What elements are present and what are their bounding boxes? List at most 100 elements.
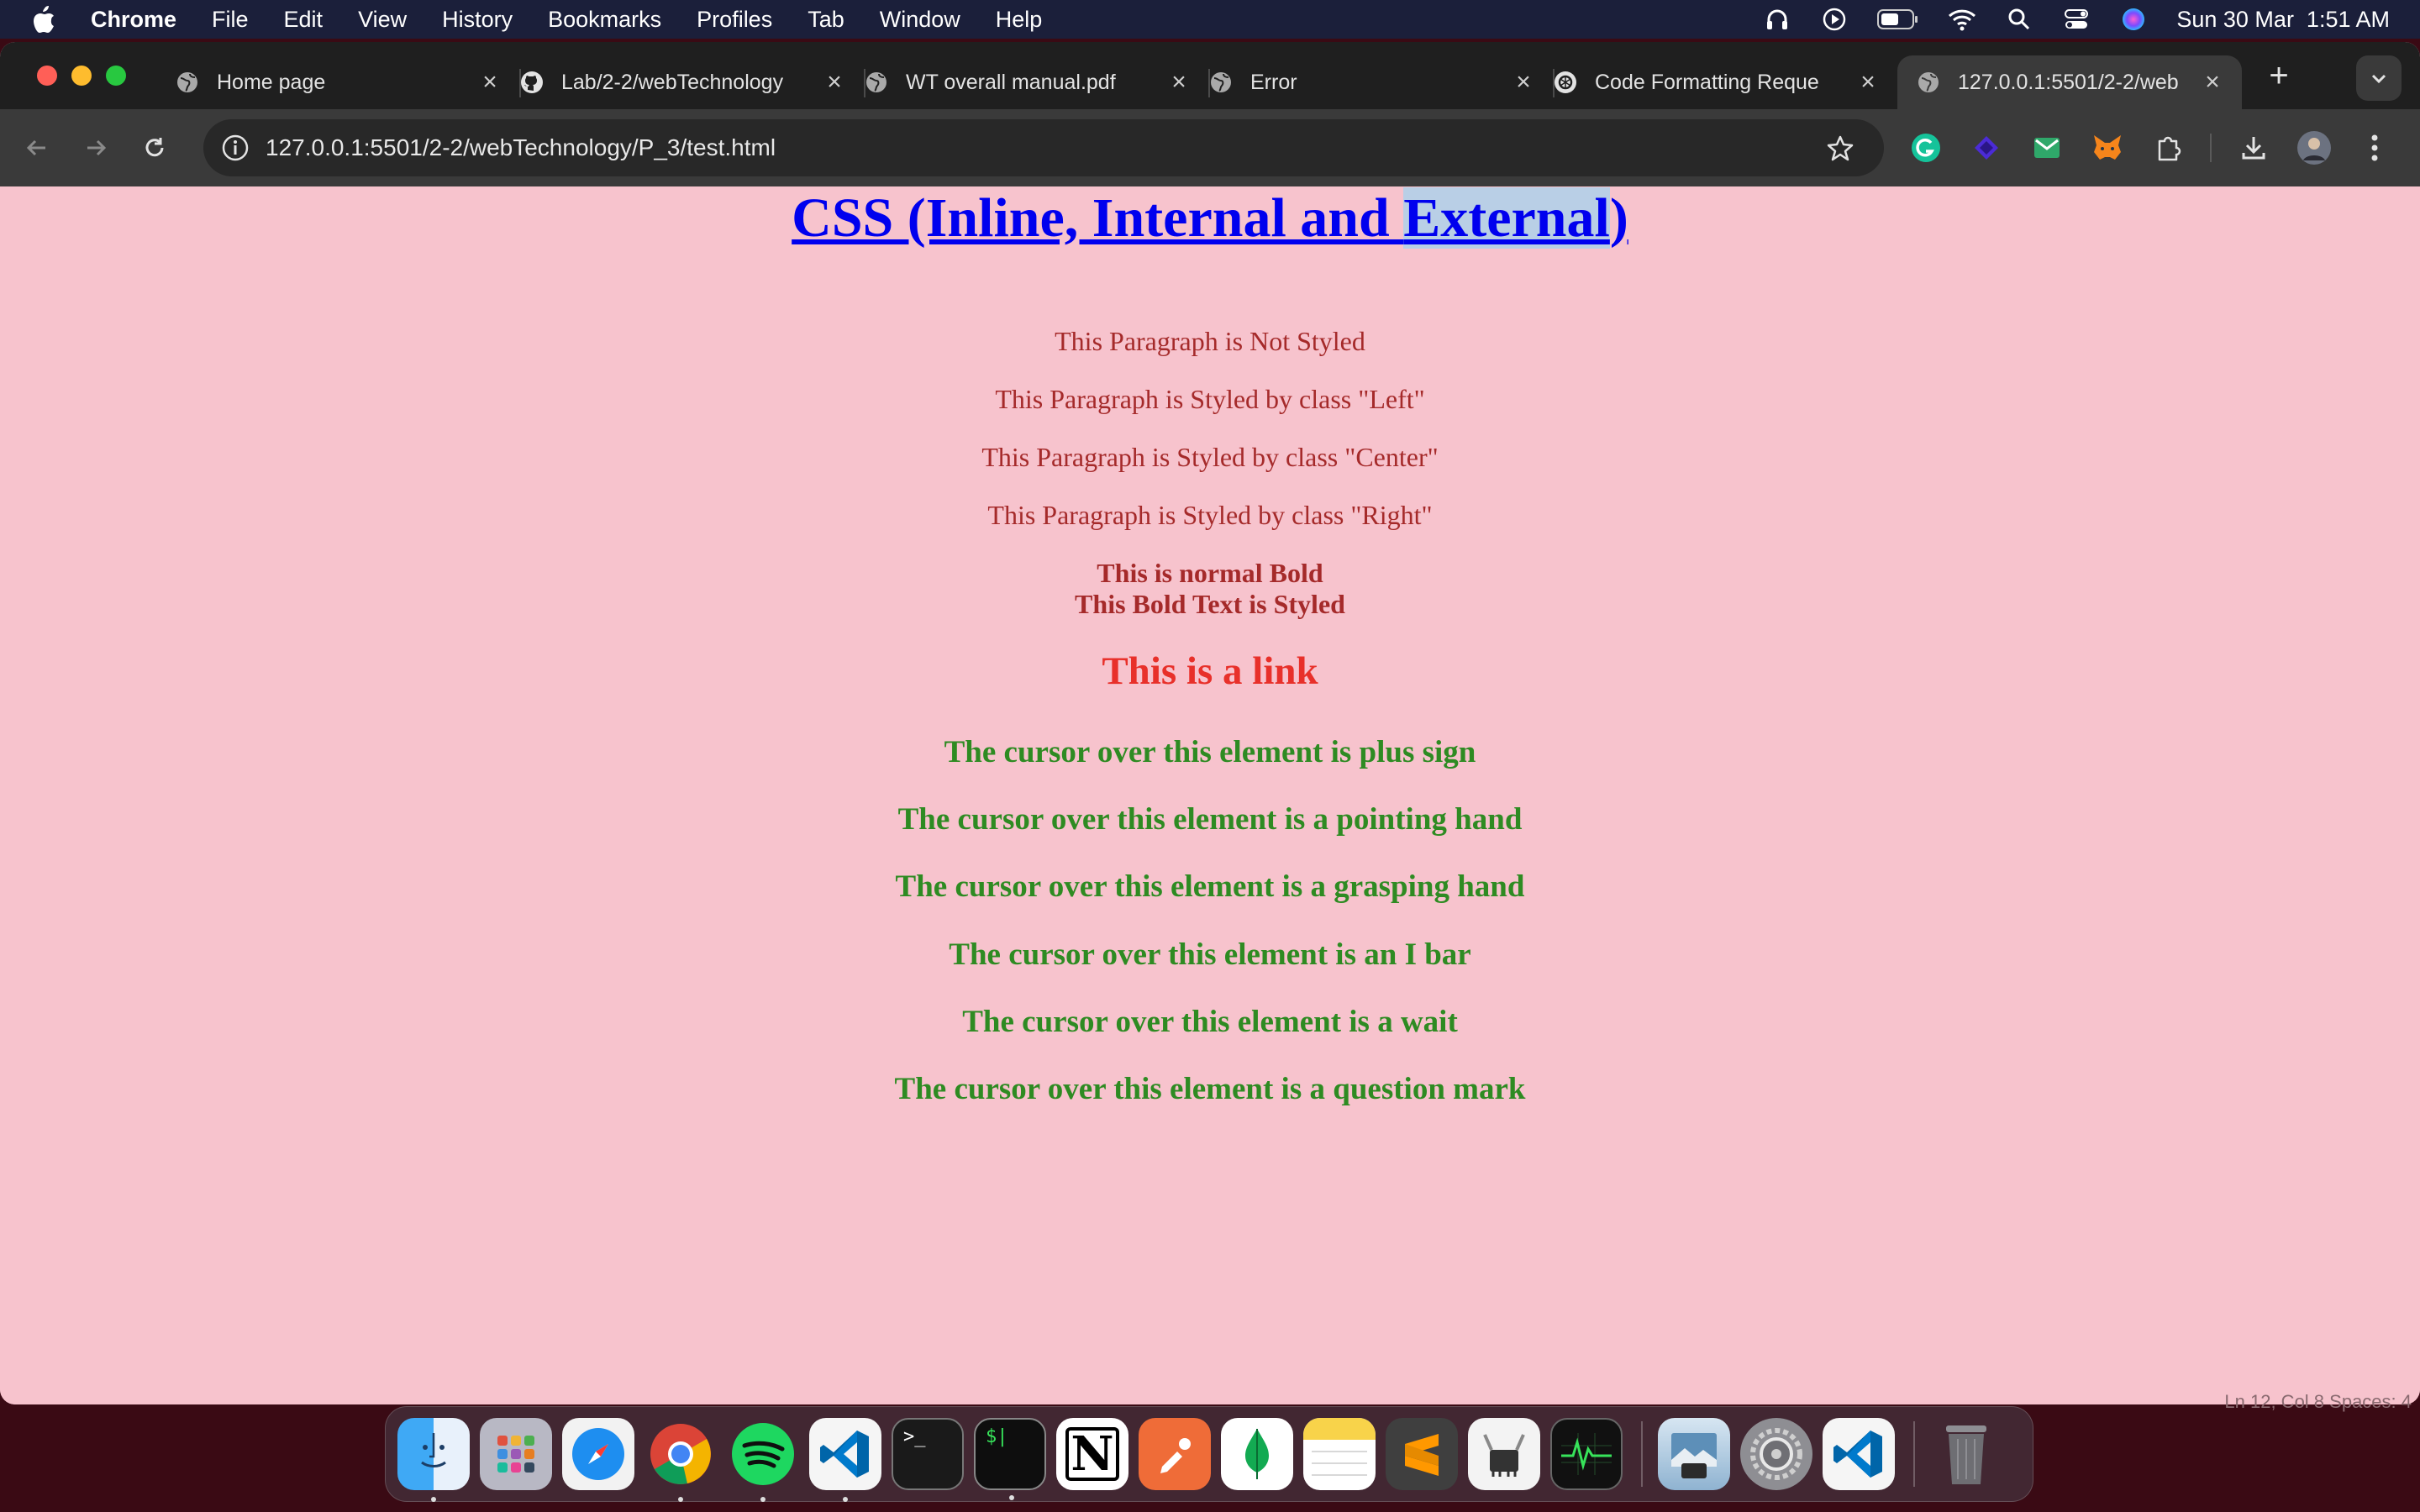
cursor-grab-text[interactable]: The cursor over this element is a graspi… [0, 869, 2420, 905]
toolbar-divider [2210, 134, 2212, 162]
iterm-icon[interactable]: $| [974, 1418, 1046, 1500]
tab-wt-manual-pdf[interactable]: WT overall manual.pdf × [864, 55, 1210, 109]
vscode-icon[interactable] [809, 1418, 881, 1502]
siri-icon[interactable] [2119, 5, 2148, 34]
launchpad-icon[interactable] [480, 1418, 552, 1490]
extensions-puzzle-icon[interactable] [2149, 129, 2186, 166]
cursor-text-ibar[interactable]: The cursor over this element is an I bar [0, 937, 2420, 973]
notes-icon[interactable] [1303, 1418, 1376, 1490]
tab-error[interactable]: Error × [1208, 55, 1555, 109]
more-options-icon[interactable] [2356, 129, 2393, 166]
site-info-icon[interactable] [218, 131, 252, 165]
reload-icon [145, 138, 164, 157]
notion-icon[interactable]: N [1056, 1418, 1128, 1490]
menu-bookmarks[interactable]: Bookmarks [548, 7, 661, 33]
globe-icon [1916, 70, 1941, 95]
cursor-pointer-text[interactable]: The cursor over this element is a pointi… [0, 801, 2420, 837]
activity-monitor-icon[interactable] [1550, 1418, 1623, 1490]
reload-button[interactable] [129, 123, 180, 173]
profile-avatar[interactable] [2296, 129, 2333, 166]
paragraph-not-styled: This Paragraph is Not Styled [1055, 326, 1365, 356]
tab-title: Lab/2-2/webTechnology [561, 70, 784, 94]
vscode-icon[interactable] [1823, 1418, 1895, 1490]
tab-localhost-active[interactable]: 127.0.0.1:5501/2-2/web × [1897, 55, 2242, 109]
running-indicator [678, 1497, 683, 1502]
system-settings-icon[interactable] [1740, 1418, 1812, 1490]
close-tab-icon[interactable]: × [1855, 68, 1881, 96]
postman-icon[interactable] [1139, 1418, 1211, 1490]
address-bar[interactable]: 127.0.0.1:5501/2-2/webTechnology/P_3/tes… [203, 119, 1884, 176]
heading-text-part[interactable]: ) [1610, 187, 1628, 249]
menu-profiles[interactable]: Profiles [697, 7, 772, 33]
terminal-icon[interactable]: >_ [892, 1418, 964, 1490]
tab-search-button[interactable] [2356, 55, 2402, 101]
tab-github-lab[interactable]: Lab/2-2/webTechnology × [519, 55, 865, 109]
page-heading-link[interactable]: CSS (Inline, Internal and External) [0, 186, 2420, 250]
menu-help[interactable]: Help [996, 7, 1043, 33]
battery-icon[interactable] [1877, 5, 1919, 34]
normal-bold-text: This is normal Bold [1097, 558, 1323, 588]
sublime-text-icon[interactable] [1386, 1418, 1458, 1490]
preview-icon[interactable] [1658, 1418, 1730, 1490]
forward-button[interactable] [71, 123, 121, 173]
tab-home-page[interactable]: Home page × [175, 55, 521, 109]
menu-file[interactable]: File [212, 7, 249, 33]
heading-text-part[interactable]: CSS (Inline, Internal and [792, 187, 1403, 249]
spotlight-search-icon[interactable] [2005, 5, 2033, 34]
close-tab-icon[interactable]: × [2200, 68, 2225, 96]
menu-window[interactable]: Window [880, 7, 960, 33]
play-circle-icon[interactable] [1820, 5, 1849, 34]
globe-icon [1208, 70, 1234, 95]
wifi-icon[interactable] [1948, 5, 1976, 34]
close-window-button[interactable] [37, 66, 57, 86]
cursor-crosshair-text[interactable]: The cursor over this element is plus sig… [0, 734, 2420, 770]
close-tab-icon[interactable]: × [822, 68, 847, 96]
arrow-right-icon [87, 139, 107, 156]
dock-divider [1641, 1421, 1643, 1487]
styled-link[interactable]: This is a link [0, 648, 2420, 694]
back-button[interactable] [12, 123, 62, 173]
finder-icon[interactable] [397, 1418, 470, 1502]
paragraph-class-center: This Paragraph is Styled by class "Cente… [981, 442, 1439, 472]
mongodb-compass-icon[interactable] [1221, 1418, 1293, 1490]
selected-text[interactable]: External [1403, 187, 1610, 249]
close-tab-icon[interactable]: × [1511, 68, 1536, 96]
url-text[interactable]: 127.0.0.1:5501/2-2/webTechnology/P_3/tes… [266, 134, 776, 161]
browser-toolbar: 127.0.0.1:5501/2-2/webTechnology/P_3/tes… [0, 109, 2420, 186]
close-tab-icon[interactable]: × [477, 68, 502, 96]
tab-title: Error [1250, 70, 1297, 94]
extension-diamond-icon[interactable] [1968, 129, 2005, 166]
menubar-clock[interactable]: Sun 30 Mar 1:51 AM [2176, 7, 2390, 33]
close-tab-icon[interactable]: × [1166, 68, 1192, 96]
grammarly-icon[interactable] [1907, 129, 1944, 166]
spotify-icon[interactable] [727, 1418, 799, 1502]
chrome-icon[interactable] [644, 1418, 717, 1502]
download-icon[interactable] [2235, 129, 2272, 166]
control-center-icon[interactable] [2062, 5, 2091, 34]
safari-icon[interactable] [562, 1418, 634, 1490]
menu-history[interactable]: History [442, 7, 513, 33]
zoom-window-button[interactable] [106, 66, 126, 86]
minimize-window-button[interactable] [71, 66, 92, 86]
headphones-icon[interactable] [1763, 5, 1791, 34]
cursor-wait-text[interactable]: The cursor over this element is a wait [0, 1004, 2420, 1040]
menu-tab[interactable]: Tab [808, 7, 844, 33]
tab-code-formatting[interactable]: Code Formatting Reque × [1553, 55, 1897, 109]
trash-icon[interactable] [1930, 1418, 2002, 1490]
extension-mail-icon[interactable] [2028, 129, 2065, 166]
paragraph-class-left: This Paragraph is Styled by class "Left" [995, 384, 1425, 414]
menu-edit[interactable]: Edit [284, 7, 324, 33]
system-information-icon[interactable] [1468, 1418, 1540, 1490]
menu-view[interactable]: View [358, 7, 407, 33]
menu-app-chrome[interactable]: Chrome [91, 7, 176, 33]
new-tab-button[interactable]: + [2254, 50, 2304, 101]
openai-icon [1553, 70, 1578, 95]
apple-icon[interactable] [32, 5, 60, 34]
bookmark-star-icon[interactable] [1823, 131, 1857, 165]
dock-divider [1913, 1421, 1915, 1487]
paragraph-class-right: This Paragraph is Styled by class "Right… [987, 500, 1433, 530]
tab-title: Home page [217, 70, 326, 94]
globe-icon [175, 70, 200, 95]
cursor-help-text[interactable]: The cursor over this element is a questi… [0, 1071, 2420, 1107]
metamask-icon[interactable] [2089, 129, 2126, 166]
